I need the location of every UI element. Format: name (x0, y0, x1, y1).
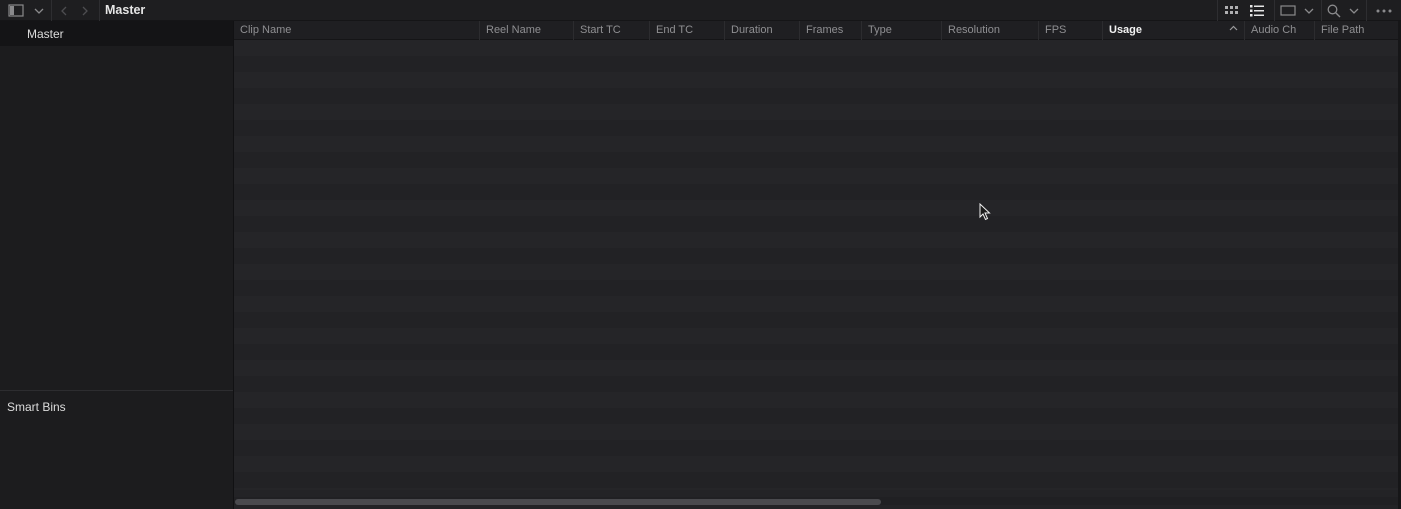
column-header-end-tc[interactable]: End TC (649, 21, 724, 40)
column-header-usage-label: Usage (1109, 24, 1143, 36)
toolbar-left-group (0, 0, 100, 21)
smart-bins-divider[interactable] (0, 390, 233, 391)
panel-toggle-button[interactable] (0, 0, 31, 21)
table-body[interactable] (234, 40, 1401, 490)
column-header-start-tc[interactable]: Start TC (573, 21, 649, 40)
search-menu-button[interactable] (1346, 0, 1362, 21)
bin-item-master[interactable]: Master (0, 21, 233, 46)
smart-bins-label[interactable]: Smart Bins (7, 400, 66, 414)
clip-list[interactable]: Clip Name Reel Name Start TC End TC Dura… (234, 21, 1401, 509)
search-icon (1327, 4, 1341, 17)
chevron-down-icon (1304, 8, 1314, 14)
panel-toggle-icon (7, 4, 24, 17)
more-options-icon (1376, 9, 1392, 12)
page-title: Master (105, 3, 146, 17)
column-header-duration[interactable]: Duration (724, 21, 799, 40)
bin-sidebar: Master Smart Bins (0, 21, 234, 509)
column-header-audio-ch[interactable]: Audio Ch (1244, 21, 1314, 40)
clip-view-menu-button[interactable] (1301, 0, 1317, 21)
mouse-cursor-icon (979, 203, 991, 221)
top-toolbar: Master (0, 0, 1401, 21)
search-button[interactable] (1322, 0, 1346, 21)
thumbnail-view-button[interactable] (1218, 0, 1246, 21)
column-header-fps[interactable]: FPS (1038, 21, 1102, 40)
chevron-down-icon (1349, 8, 1359, 14)
horizontal-scrollbar-thumb[interactable] (235, 499, 881, 505)
thumbnail-view-icon (1225, 5, 1238, 14)
column-header-reel-name[interactable]: Reel Name (479, 21, 573, 40)
forward-button[interactable] (76, 0, 94, 21)
table-header: Clip Name Reel Name Start TC End TC Dura… (234, 21, 1401, 40)
sort-ascending-icon (1229, 25, 1238, 31)
column-header-resolution[interactable]: Resolution (941, 21, 1038, 40)
list-view-button[interactable] (1246, 0, 1268, 21)
list-view-icon (1250, 4, 1264, 16)
back-button[interactable] (52, 0, 76, 21)
column-header-frames[interactable]: Frames (799, 21, 861, 40)
clip-view-button[interactable] (1275, 0, 1301, 21)
panel-menu-button[interactable] (31, 0, 47, 21)
clip-view-icon (1280, 5, 1296, 16)
toolbar-right-group (1217, 0, 1401, 21)
column-header-clip-name[interactable]: Clip Name (234, 21, 479, 40)
forward-arrow-icon (82, 6, 88, 15)
more-options-button[interactable] (1367, 0, 1401, 21)
toolbar-separator (99, 0, 100, 21)
back-arrow-icon (61, 6, 67, 15)
column-header-file-path[interactable]: File Path (1314, 21, 1401, 40)
column-header-type[interactable]: Type (861, 21, 941, 40)
chevron-down-icon (34, 8, 44, 14)
column-header-usage[interactable]: Usage (1102, 21, 1244, 40)
